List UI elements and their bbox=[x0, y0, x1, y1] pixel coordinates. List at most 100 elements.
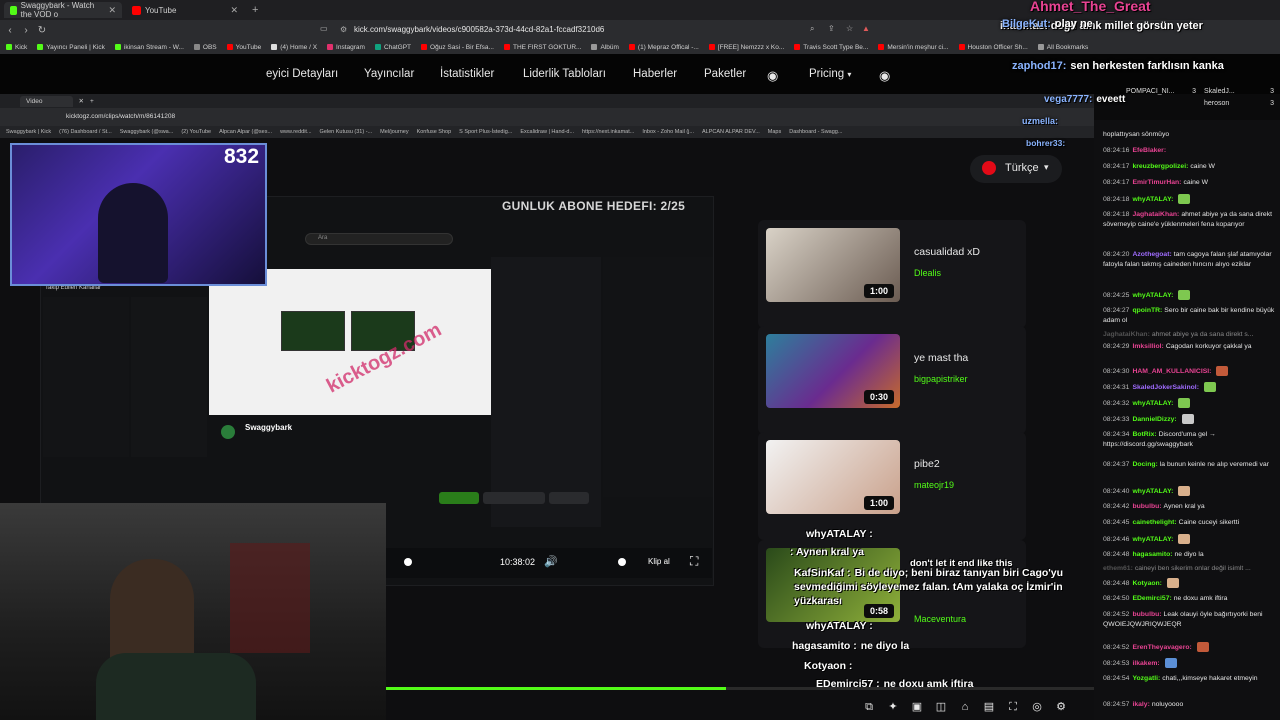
bookmark-item[interactable]: (4) Home / X bbox=[271, 44, 317, 51]
chat-username[interactable]: whyATALAY: bbox=[1132, 292, 1173, 299]
caption-icon[interactable]: ▤ bbox=[980, 698, 998, 716]
nav-leaderboards[interactable]: Liderlik Tabloları bbox=[523, 68, 606, 80]
clip-thumbnail[interactable]: 1:00 bbox=[766, 440, 900, 514]
inner-bookmark-item[interactable]: Alpcan Alpar (@ses... bbox=[219, 129, 272, 135]
inner-bookmark-item[interactable]: www.reddit... bbox=[280, 129, 311, 135]
chat-username[interactable]: HAM_AM_KULLANICISI: bbox=[1132, 368, 1211, 375]
chat-username[interactable]: Azothegoat: bbox=[1132, 251, 1171, 258]
clip-title[interactable]: casualidad xD bbox=[914, 246, 980, 258]
inner-bookmark-item[interactable]: Swaggybark | Kick bbox=[6, 129, 51, 135]
vod-progress-bar[interactable] bbox=[386, 687, 1094, 690]
chat-username[interactable]: BotRix: bbox=[1132, 431, 1156, 438]
extension-icon[interactable]: ▲ bbox=[862, 24, 870, 33]
inner-tab[interactable]: Video bbox=[20, 95, 73, 107]
nav-streamer-details[interactable]: eyici Detayları bbox=[266, 68, 338, 80]
inner-bookmark-item[interactable]: Konfuse Shop bbox=[417, 129, 452, 135]
chat-username[interactable]: whyATALAY: bbox=[1132, 196, 1173, 203]
chat-username[interactable]: whyATALAY: bbox=[1132, 536, 1173, 543]
bookmark-item[interactable]: Oğuz Sasi - Bir Efsa... bbox=[421, 44, 494, 51]
site-settings-icon[interactable]: ⚙ bbox=[340, 23, 347, 37]
bookmark-item[interactable]: Albüm bbox=[591, 44, 619, 51]
bookmark-item[interactable]: Instagram bbox=[327, 44, 365, 51]
inner-bookmark-item[interactable]: Mel/journey bbox=[380, 129, 408, 135]
clip-thumbnail[interactable]: 0:30 bbox=[766, 334, 900, 408]
chat-username[interactable]: EmirTimurHan: bbox=[1132, 179, 1181, 186]
sparkle-icon[interactable]: ✦ bbox=[884, 698, 902, 716]
clip-author[interactable]: bigpapistriker bbox=[914, 374, 968, 384]
nav-pricing[interactable]: Pricing ▾ bbox=[809, 68, 851, 80]
inner-bookmark-item[interactable]: Excalidraw | Hand-d... bbox=[520, 129, 574, 135]
inner-bookmark-item[interactable]: Swaggybark (@swa... bbox=[120, 129, 174, 135]
nav-packages[interactable]: Paketler bbox=[704, 68, 746, 80]
inner-bookmark-item[interactable]: Maps bbox=[768, 129, 781, 135]
seek-handle[interactable] bbox=[404, 558, 412, 566]
browser-tab-youtube[interactable]: YouTube ✕ bbox=[126, 2, 244, 18]
chat-username[interactable]: whyATALAY: bbox=[1132, 488, 1173, 495]
chat-username[interactable]: ethem61: bbox=[1103, 565, 1133, 572]
volume-icon[interactable]: 🔊 bbox=[544, 555, 558, 568]
bookmark-item[interactable]: ikinsan Stream - W... bbox=[114, 44, 184, 51]
fullscreen-icon[interactable]: ⛶ bbox=[690, 554, 698, 569]
bookmark-item[interactable]: Kick bbox=[6, 44, 27, 51]
chat-username[interactable]: ilkakem: bbox=[1132, 660, 1159, 667]
forward-icon[interactable]: › bbox=[18, 25, 34, 36]
gift-sub-button[interactable] bbox=[483, 492, 545, 504]
close-icon[interactable]: ✕ bbox=[79, 97, 84, 105]
zoom-icon[interactable]: ⌕ bbox=[810, 24, 814, 34]
channel-list-2[interactable] bbox=[131, 297, 207, 457]
inner-bookmark-item[interactable]: S Sport Plus-İstedig... bbox=[459, 129, 512, 135]
page-info-icon[interactable]: ▭ bbox=[320, 24, 328, 33]
chat-username[interactable]: ErenTheyavagero: bbox=[1132, 644, 1191, 651]
user-account-icon[interactable]: ◉ bbox=[879, 68, 890, 84]
settings-gear-icon[interactable]: ⚙ bbox=[1052, 698, 1070, 716]
chat-username[interactable]: whyATALAY: bbox=[1132, 400, 1173, 407]
clip-title[interactable]: ye mast tha bbox=[914, 352, 968, 364]
chat-username[interactable]: qpoinTR: bbox=[1132, 307, 1162, 314]
chat-username[interactable]: DannielDizzy: bbox=[1132, 416, 1176, 423]
inner-bookmark-item[interactable]: Inbox - Zoho Mail (j... bbox=[642, 129, 694, 135]
inner-bookmark-item[interactable]: https://next.inkamat... bbox=[582, 129, 634, 135]
pip-icon[interactable]: ◫ bbox=[932, 698, 950, 716]
inner-bookmark-item[interactable]: Dashboard - Swagg... bbox=[789, 129, 842, 135]
bookmark-item[interactable]: Mersin'in meşhur ci... bbox=[878, 44, 949, 51]
nav-streamers[interactable]: Yayıncılar bbox=[364, 68, 414, 80]
close-icon[interactable]: ✕ bbox=[108, 5, 116, 16]
nav-news[interactable]: Haberler bbox=[633, 68, 677, 80]
bookmark-item[interactable]: THE FIRST GOKTUR... bbox=[503, 44, 581, 51]
volume-handle[interactable] bbox=[618, 558, 626, 566]
clip-card[interactable]: 1:00 casualidad xD Dlealis bbox=[758, 220, 1026, 328]
share-icon[interactable]: ⇪ bbox=[828, 24, 835, 33]
chat-username[interactable]: JaghataiKhan: bbox=[1132, 211, 1179, 218]
bookmark-item[interactable]: Yayıncı Paneli | Kick bbox=[37, 44, 105, 51]
chat-username[interactable]: bubulbu: bbox=[1132, 503, 1161, 510]
clip-crop-icon[interactable]: ⧉ bbox=[860, 698, 878, 716]
new-tab-icon[interactable]: + bbox=[252, 4, 258, 16]
close-icon[interactable]: ✕ bbox=[230, 5, 238, 16]
follow-button[interactable] bbox=[439, 492, 479, 504]
subscribe-button[interactable] bbox=[549, 492, 589, 504]
clip-thumbnail[interactable]: 1:00 bbox=[766, 228, 900, 302]
inner-bookmark-item[interactable]: (2) YouTube bbox=[181, 129, 211, 135]
chat-username[interactable]: Yozgatli: bbox=[1132, 675, 1160, 682]
channel-name[interactable]: Swaggybark bbox=[245, 423, 292, 432]
nav-statistics[interactable]: İstatistikler bbox=[440, 68, 494, 80]
back-icon[interactable]: ‹ bbox=[2, 25, 18, 36]
new-tab-icon[interactable]: + bbox=[90, 98, 94, 105]
bookmark-item[interactable]: ChatGPT bbox=[374, 44, 411, 51]
clip-button[interactable]: Klip al bbox=[648, 557, 670, 566]
clip-author[interactable]: Dlealis bbox=[914, 268, 941, 278]
expand-icon[interactable]: ⛶ bbox=[1004, 698, 1022, 716]
bookmark-item[interactable]: (1) Mepraz Offical -... bbox=[628, 44, 699, 51]
chat-username[interactable]: bubulbu: bbox=[1132, 611, 1161, 618]
chat-username[interactable]: kreuzbergpolizei: bbox=[1132, 163, 1188, 170]
inner-address-bar[interactable]: kicktogz.com/clips/watch/m/86141208 bbox=[0, 108, 1094, 126]
chat-username[interactable]: SkaledJokerSakinol: bbox=[1132, 384, 1199, 391]
bookmark-item[interactable]: OBS bbox=[193, 44, 217, 51]
reload-icon[interactable]: ↻ bbox=[34, 25, 50, 36]
bookmark-item[interactable]: YouTube bbox=[226, 44, 261, 51]
theater-icon[interactable]: ▣ bbox=[908, 698, 926, 716]
playback-speed-icon[interactable]: ◎ bbox=[1028, 698, 1046, 716]
chat-username[interactable]: Kotyaon: bbox=[1132, 580, 1161, 587]
chat-username[interactable]: cainethelight: bbox=[1132, 519, 1176, 526]
browser-tab-kick[interactable]: Swaggybark - Watch the VOD o ✕ bbox=[4, 1, 122, 19]
